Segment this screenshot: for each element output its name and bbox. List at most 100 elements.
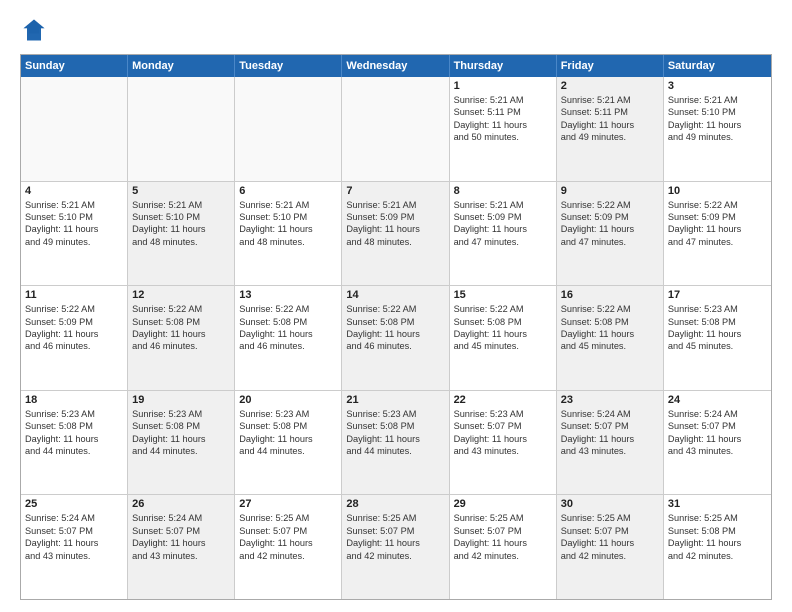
- week-row-5: 25Sunrise: 5:24 AMSunset: 5:07 PMDayligh…: [21, 494, 771, 599]
- day-number: 22: [454, 394, 552, 406]
- day-number: 5: [132, 185, 230, 197]
- header-day-friday: Friday: [557, 55, 664, 77]
- day-cell-5: 5 Sunrise: 5:21 AMSunset: 5:10 PMDaylight…: [128, 182, 235, 286]
- day-number: 6: [239, 185, 337, 197]
- header-day-sunday: Sunday: [21, 55, 128, 77]
- day-number: 14: [346, 289, 444, 301]
- day-cell-18: 18 Sunrise: 5:23 AMSunset: 5:08 PMDayligh…: [21, 391, 128, 495]
- logo: [20, 16, 52, 44]
- day-number: 24: [668, 394, 767, 406]
- day-cell-31: 31 Sunrise: 5:25 AMSunset: 5:08 PMDayligh…: [664, 495, 771, 599]
- day-cell-9: 9 Sunrise: 5:22 AMSunset: 5:09 PMDaylight…: [557, 182, 664, 286]
- day-info: Sunrise: 5:24 AMSunset: 5:07 PMDaylight:…: [25, 512, 123, 562]
- day-number: 13: [239, 289, 337, 301]
- day-info: Sunrise: 5:23 AMSunset: 5:08 PMDaylight:…: [239, 408, 337, 458]
- day-info: Sunrise: 5:21 AMSunset: 5:10 PMDaylight:…: [25, 199, 123, 249]
- day-number: 10: [668, 185, 767, 197]
- week-row-2: 4 Sunrise: 5:21 AMSunset: 5:10 PMDaylight…: [21, 181, 771, 286]
- day-cell-27: 27 Sunrise: 5:25 AMSunset: 5:07 PMDayligh…: [235, 495, 342, 599]
- day-number: 20: [239, 394, 337, 406]
- day-info: Sunrise: 5:25 AMSunset: 5:08 PMDaylight:…: [668, 512, 767, 562]
- day-cell-4: 4 Sunrise: 5:21 AMSunset: 5:10 PMDaylight…: [21, 182, 128, 286]
- page: SundayMondayTuesdayWednesdayThursdayFrid…: [0, 0, 792, 612]
- calendar: SundayMondayTuesdayWednesdayThursdayFrid…: [20, 54, 772, 600]
- day-info: Sunrise: 5:21 AMSunset: 5:11 PMDaylight:…: [454, 94, 552, 144]
- day-cell-26: 26Sunrise: 5:24 AMSunset: 5:07 PMDayligh…: [128, 495, 235, 599]
- day-number: 12: [132, 289, 230, 301]
- day-info: Sunrise: 5:22 AMSunset: 5:08 PMDaylight:…: [239, 303, 337, 353]
- day-info: Sunrise: 5:24 AMSunset: 5:07 PMDaylight:…: [561, 408, 659, 458]
- day-number: 31: [668, 498, 767, 510]
- empty-cell: [128, 77, 235, 181]
- day-cell-15: 15 Sunrise: 5:22 AMSunset: 5:08 PMDayligh…: [450, 286, 557, 390]
- day-number: 4: [25, 185, 123, 197]
- day-info: Sunrise: 5:24 AMSunset: 5:07 PMDaylight:…: [132, 512, 230, 562]
- week-row-3: 11 Sunrise: 5:22 AMSunset: 5:09 PMDayligh…: [21, 285, 771, 390]
- day-cell-30: 30 Sunrise: 5:25 AMSunset: 5:07 PMDayligh…: [557, 495, 664, 599]
- day-number: 23: [561, 394, 659, 406]
- day-info: Sunrise: 5:22 AMSunset: 5:08 PMDaylight:…: [346, 303, 444, 353]
- header-day-wednesday: Wednesday: [342, 55, 449, 77]
- day-info: Sunrise: 5:21 AMSunset: 5:10 PMDaylight:…: [239, 199, 337, 249]
- day-info: Sunrise: 5:25 AMSunset: 5:07 PMDaylight:…: [454, 512, 552, 562]
- day-cell-21: 21 Sunrise: 5:23 AMSunset: 5:08 PMDayligh…: [342, 391, 449, 495]
- calendar-header: SundayMondayTuesdayWednesdayThursdayFrid…: [21, 55, 771, 77]
- day-info: Sunrise: 5:22 AMSunset: 5:08 PMDaylight:…: [561, 303, 659, 353]
- day-number: 15: [454, 289, 552, 301]
- day-info: Sunrise: 5:22 AMSunset: 5:09 PMDaylight:…: [25, 303, 123, 353]
- day-number: 2: [561, 80, 659, 92]
- day-cell-25: 25Sunrise: 5:24 AMSunset: 5:07 PMDayligh…: [21, 495, 128, 599]
- week-row-4: 18 Sunrise: 5:23 AMSunset: 5:08 PMDayligh…: [21, 390, 771, 495]
- day-cell-17: 17Sunrise: 5:23 AMSunset: 5:08 PMDayligh…: [664, 286, 771, 390]
- day-info: Sunrise: 5:22 AMSunset: 5:09 PMDaylight:…: [561, 199, 659, 249]
- day-cell-28: 28 Sunrise: 5:25 AMSunset: 5:07 PMDayligh…: [342, 495, 449, 599]
- day-number: 7: [346, 185, 444, 197]
- day-info: Sunrise: 5:23 AMSunset: 5:08 PMDaylight:…: [668, 303, 767, 353]
- day-info: Sunrise: 5:22 AMSunset: 5:09 PMDaylight:…: [668, 199, 767, 249]
- day-cell-3: 3Sunrise: 5:21 AMSunset: 5:10 PMDaylight…: [664, 77, 771, 181]
- day-cell-8: 8Sunrise: 5:21 AMSunset: 5:09 PMDaylight…: [450, 182, 557, 286]
- empty-cell: [21, 77, 128, 181]
- day-info: Sunrise: 5:23 AMSunset: 5:08 PMDaylight:…: [346, 408, 444, 458]
- day-number: 19: [132, 394, 230, 406]
- day-cell-6: 6 Sunrise: 5:21 AMSunset: 5:10 PMDaylight…: [235, 182, 342, 286]
- header-day-monday: Monday: [128, 55, 235, 77]
- day-number: 3: [668, 80, 767, 92]
- day-number: 28: [346, 498, 444, 510]
- day-info: Sunrise: 5:22 AMSunset: 5:08 PMDaylight:…: [454, 303, 552, 353]
- day-cell-29: 29 Sunrise: 5:25 AMSunset: 5:07 PMDayligh…: [450, 495, 557, 599]
- day-info: Sunrise: 5:23 AMSunset: 5:08 PMDaylight:…: [25, 408, 123, 458]
- day-cell-12: 12Sunrise: 5:22 AMSunset: 5:08 PMDayligh…: [128, 286, 235, 390]
- day-info: Sunrise: 5:21 AMSunset: 5:11 PMDaylight:…: [561, 94, 659, 144]
- day-cell-19: 19 Sunrise: 5:23 AMSunset: 5:08 PMDayligh…: [128, 391, 235, 495]
- day-cell-22: 22 Sunrise: 5:23 AMSunset: 5:07 PMDayligh…: [450, 391, 557, 495]
- day-info: Sunrise: 5:21 AMSunset: 5:09 PMDaylight:…: [346, 199, 444, 249]
- day-number: 9: [561, 185, 659, 197]
- empty-cell: [235, 77, 342, 181]
- day-number: 18: [25, 394, 123, 406]
- day-cell-1: 1Sunrise: 5:21 AMSunset: 5:11 PMDaylight…: [450, 77, 557, 181]
- day-number: 11: [25, 289, 123, 301]
- day-info: Sunrise: 5:24 AMSunset: 5:07 PMDaylight:…: [668, 408, 767, 458]
- day-cell-24: 24 Sunrise: 5:24 AMSunset: 5:07 PMDayligh…: [664, 391, 771, 495]
- header: [20, 16, 772, 44]
- day-info: Sunrise: 5:21 AMSunset: 5:09 PMDaylight:…: [454, 199, 552, 249]
- empty-cell: [342, 77, 449, 181]
- day-info: Sunrise: 5:23 AMSunset: 5:07 PMDaylight:…: [454, 408, 552, 458]
- day-number: 30: [561, 498, 659, 510]
- day-info: Sunrise: 5:25 AMSunset: 5:07 PMDaylight:…: [561, 512, 659, 562]
- header-day-saturday: Saturday: [664, 55, 771, 77]
- day-cell-7: 7 Sunrise: 5:21 AMSunset: 5:09 PMDaylight…: [342, 182, 449, 286]
- day-cell-16: 16 Sunrise: 5:22 AMSunset: 5:08 PMDayligh…: [557, 286, 664, 390]
- logo-icon: [20, 16, 48, 44]
- day-number: 16: [561, 289, 659, 301]
- day-info: Sunrise: 5:23 AMSunset: 5:08 PMDaylight:…: [132, 408, 230, 458]
- day-info: Sunrise: 5:25 AMSunset: 5:07 PMDaylight:…: [346, 512, 444, 562]
- day-info: Sunrise: 5:25 AMSunset: 5:07 PMDaylight:…: [239, 512, 337, 562]
- day-cell-23: 23 Sunrise: 5:24 AMSunset: 5:07 PMDayligh…: [557, 391, 664, 495]
- day-cell-2: 2 Sunrise: 5:21 AMSunset: 5:11 PMDaylight…: [557, 77, 664, 181]
- day-info: Sunrise: 5:21 AMSunset: 5:10 PMDaylight:…: [132, 199, 230, 249]
- day-number: 21: [346, 394, 444, 406]
- day-number: 27: [239, 498, 337, 510]
- day-number: 29: [454, 498, 552, 510]
